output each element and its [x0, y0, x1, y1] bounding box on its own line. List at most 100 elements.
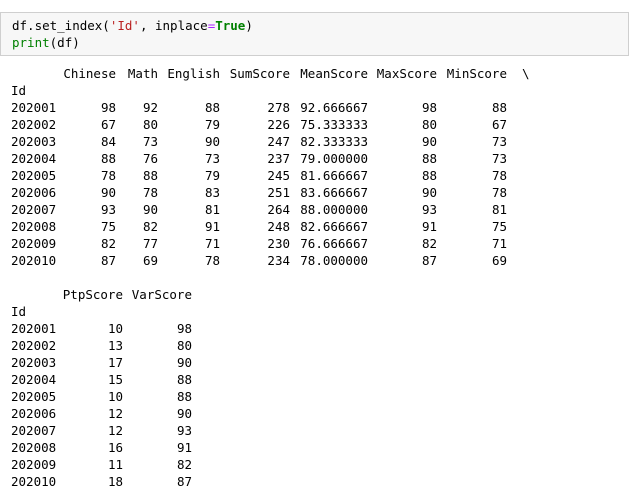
table-cell: 81.666667 [300, 168, 368, 183]
table-cell: 93 [100, 202, 116, 217]
table-cell: 88 [100, 151, 116, 166]
table-cell: 83.666667 [300, 185, 368, 200]
table-cell: 76.666667 [300, 236, 368, 251]
table-cell: 88 [491, 100, 507, 115]
column-header: VarScore [131, 287, 192, 302]
column-header: English [167, 66, 220, 81]
table-cell: 82.333333 [300, 134, 368, 149]
table-cell: 77 [142, 236, 158, 251]
index-name: Id [11, 304, 27, 319]
table-cell: 82 [421, 236, 437, 251]
table-cell: 234 [267, 253, 290, 268]
row-index: 202003 [11, 134, 57, 149]
table-cell: 67 [491, 117, 507, 132]
table-cell: 81 [204, 202, 220, 217]
table-cell: 15 [107, 372, 123, 387]
row-index: 202007 [11, 202, 57, 217]
table-cell: 82.666667 [300, 219, 368, 234]
table-cell: 11 [107, 457, 123, 472]
cell-output: Chinese Math English SumScore MeanScore MaxSc… [0, 0, 630, 498]
table-cell: 90 [176, 355, 192, 370]
table-cell: 12 [107, 423, 123, 438]
table-cell: 13 [107, 338, 123, 353]
table-cell: 91 [176, 440, 192, 455]
table-cell: 88 [176, 389, 192, 404]
table-cell: 73 [491, 134, 507, 149]
table-cell: 80 [176, 338, 192, 353]
table-cell: 82 [100, 236, 116, 251]
table-cell: 75.333333 [300, 117, 368, 132]
table-cell: 79 [204, 117, 220, 132]
table-cell: 230 [267, 236, 290, 251]
column-header: PtpScore [62, 287, 123, 302]
column-header: Chinese [63, 66, 116, 81]
table-cell: 98 [176, 321, 192, 336]
row-index: 202006 [11, 185, 57, 200]
table-cell: 88 [204, 100, 220, 115]
row-index: 202008 [11, 219, 57, 234]
table-cell: 90 [142, 202, 158, 217]
table-cell: 16 [107, 440, 123, 455]
table-cell: 90 [421, 134, 437, 149]
column-header: MaxScore [376, 66, 437, 81]
table-cell: 78 [100, 168, 116, 183]
table-cell: 10 [107, 389, 123, 404]
row-index: 202004 [11, 151, 57, 166]
column-header: MeanScore [300, 66, 368, 81]
table-cell: 78 [204, 253, 220, 268]
line-continuation: \ [522, 66, 530, 81]
row-index: 202006 [11, 406, 57, 421]
table-cell: 69 [491, 253, 507, 268]
table-cell: 76 [142, 151, 158, 166]
row-index: 202002 [11, 338, 57, 353]
table-cell: 71 [491, 236, 507, 251]
table-cell: 91 [421, 219, 437, 234]
table-cell: 12 [107, 406, 123, 421]
row-index: 202004 [11, 372, 57, 387]
table-cell: 248 [267, 219, 290, 234]
table-cell: 87 [100, 253, 116, 268]
row-index: 202009 [11, 236, 57, 251]
row-index: 202003 [11, 355, 57, 370]
table-cell: 88 [176, 372, 192, 387]
table-cell: 226 [267, 117, 290, 132]
row-index: 202001 [11, 100, 57, 115]
table-cell: 93 [421, 202, 437, 217]
table-cell: 82 [142, 219, 158, 234]
table-cell: 90 [421, 185, 437, 200]
table-cell: 87 [421, 253, 437, 268]
table-cell: 88 [142, 168, 158, 183]
table-cell: 10 [107, 321, 123, 336]
table-cell: 69 [142, 253, 158, 268]
table-cell: 79 [204, 168, 220, 183]
table-cell: 91 [204, 219, 220, 234]
table-cell: 264 [267, 202, 290, 217]
table-cell: 93 [176, 423, 192, 438]
table-cell: 88 [421, 168, 437, 183]
table-cell: 83 [204, 185, 220, 200]
column-header: Math [127, 66, 158, 81]
row-index: 202005 [11, 168, 57, 183]
table-cell: 88.000000 [300, 202, 368, 217]
table-cell: 90 [176, 406, 192, 421]
table-cell: 237 [267, 151, 290, 166]
table-cell: 245 [267, 168, 290, 183]
table-cell: 75 [100, 219, 116, 234]
table-cell: 78 [491, 168, 507, 183]
table-cell: 80 [142, 117, 158, 132]
row-index: 202005 [11, 389, 57, 404]
table-cell: 90 [100, 185, 116, 200]
column-header: MinScore [446, 66, 507, 81]
row-index: 202001 [11, 321, 57, 336]
table-cell: 79.000000 [300, 151, 368, 166]
table-cell: 278 [267, 100, 290, 115]
table-cell: 80 [421, 117, 437, 132]
table-cell: 67 [100, 117, 116, 132]
row-index: 202002 [11, 117, 57, 132]
table-cell: 84 [100, 134, 116, 149]
table-cell: 78 [142, 185, 158, 200]
table-cell: 73 [204, 151, 220, 166]
table-cell: 98 [100, 100, 116, 115]
table-cell: 78.000000 [300, 253, 368, 268]
index-name: Id [11, 83, 27, 98]
